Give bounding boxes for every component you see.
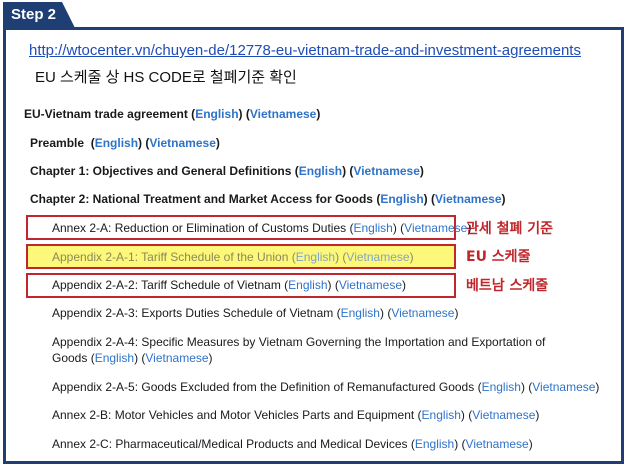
entry-appendix-2a4: Appendix 2-A-4: Specific Measures by Vie…	[52, 335, 545, 349]
entry-title: Appendix 2-A-3: Exports Duties Schedule …	[52, 306, 334, 320]
entry-appendix-2a1: Appendix 2-A-1: Tariff Schedule of the U…	[52, 250, 414, 264]
english-link[interactable]: English	[95, 351, 134, 365]
vietnamese-link[interactable]: Vietnamese	[353, 164, 420, 178]
vietnamese-link[interactable]: Vietnamese	[346, 250, 409, 264]
annotation-eu-schedule: EU 스케줄	[466, 249, 531, 265]
entry-appendix-2a4-continued: Goods (English) (Vietnamese)	[52, 351, 213, 365]
annotation-vietnam-schedule: 베트남 스케줄	[466, 278, 549, 294]
entry-preamble: Preamble (English) (Vietnamese)	[30, 136, 220, 150]
entry-title: Chapter 1: Objectives and General Defini…	[30, 164, 292, 178]
entry-title: Preamble	[30, 136, 85, 150]
vietnamese-link[interactable]: Vietnamese	[250, 107, 317, 121]
entry-title: Appendix 2-A-1: Tariff Schedule of the U…	[52, 250, 289, 264]
annotation-duty-elimination: 관세 철폐 기준	[466, 221, 554, 237]
entry-appendix-2a2: Appendix 2-A-2: Tariff Schedule of Vietn…	[52, 278, 406, 292]
entry-title: Appendix 2-A-5: Goods Excluded from the …	[52, 380, 475, 394]
english-link[interactable]: English	[422, 408, 461, 422]
vietnamese-link[interactable]: Vietnamese	[404, 221, 467, 235]
english-link[interactable]: English	[195, 107, 238, 121]
step-label: Step 2	[3, 2, 75, 28]
entry-title: Appendix 2-A-4: Specific Measures by Vie…	[52, 335, 546, 349]
vietnamese-link[interactable]: Vietnamese	[435, 192, 502, 206]
page-subtitle: EU 스케줄 상 HS CODE로 철폐기준 확인	[35, 69, 297, 86]
vietnamese-link[interactable]: Vietnamese	[472, 408, 535, 422]
entry-annex-2b: Annex 2-B: Motor Vehicles and Motor Vehi…	[52, 408, 540, 422]
entry-chapter-2: Chapter 2: National Treatment and Market…	[30, 192, 506, 206]
vietnamese-link[interactable]: Vietnamese	[466, 437, 529, 451]
entry-agreement: EU-Vietnam trade agreement (English) (Vi…	[24, 107, 321, 121]
entry-title: Annex 2-A: Reduction or Elimination of C…	[52, 221, 347, 235]
entry-appendix-2a3: Appendix 2-A-3: Exports Duties Schedule …	[52, 306, 459, 320]
entry-title: Chapter 2: National Treatment and Market…	[30, 192, 373, 206]
entry-title-continued: Goods	[52, 351, 88, 365]
entry-annex-2c: Annex 2-C: Pharmaceutical/Medical Produc…	[52, 437, 533, 451]
english-link[interactable]: English	[380, 192, 423, 206]
english-link[interactable]: English	[288, 278, 327, 292]
vietnamese-link[interactable]: Vietnamese	[145, 351, 208, 365]
entry-title: Appendix 2-A-2: Tariff Schedule of Vietn…	[52, 278, 281, 292]
entry-title: EU-Vietnam trade agreement	[24, 107, 188, 121]
english-link[interactable]: English	[296, 250, 335, 264]
entry-annex-2a: Annex 2-A: Reduction or Elimination of C…	[52, 221, 472, 235]
entry-chapter-1: Chapter 1: Objectives and General Defini…	[30, 164, 424, 178]
entry-appendix-2a5: Appendix 2-A-5: Goods Excluded from the …	[52, 380, 600, 394]
english-link[interactable]: English	[341, 306, 380, 320]
vietnamese-link[interactable]: Vietnamese	[532, 380, 595, 394]
entry-title: Annex 2-C: Pharmaceutical/Medical Produc…	[52, 437, 408, 451]
english-link[interactable]: English	[353, 221, 392, 235]
english-link[interactable]: English	[299, 164, 342, 178]
english-link[interactable]: English	[482, 380, 521, 394]
english-link[interactable]: English	[415, 437, 454, 451]
vietnamese-link[interactable]: Vietnamese	[391, 306, 454, 320]
source-url-link[interactable]: http://wtocenter.vn/chuyen-de/12778-eu-v…	[29, 42, 581, 59]
vietnamese-link[interactable]: Vietnamese	[149, 136, 216, 150]
entry-title: Annex 2-B: Motor Vehicles and Motor Vehi…	[52, 408, 415, 422]
english-link[interactable]: English	[95, 136, 138, 150]
vietnamese-link[interactable]: Vietnamese	[339, 278, 402, 292]
